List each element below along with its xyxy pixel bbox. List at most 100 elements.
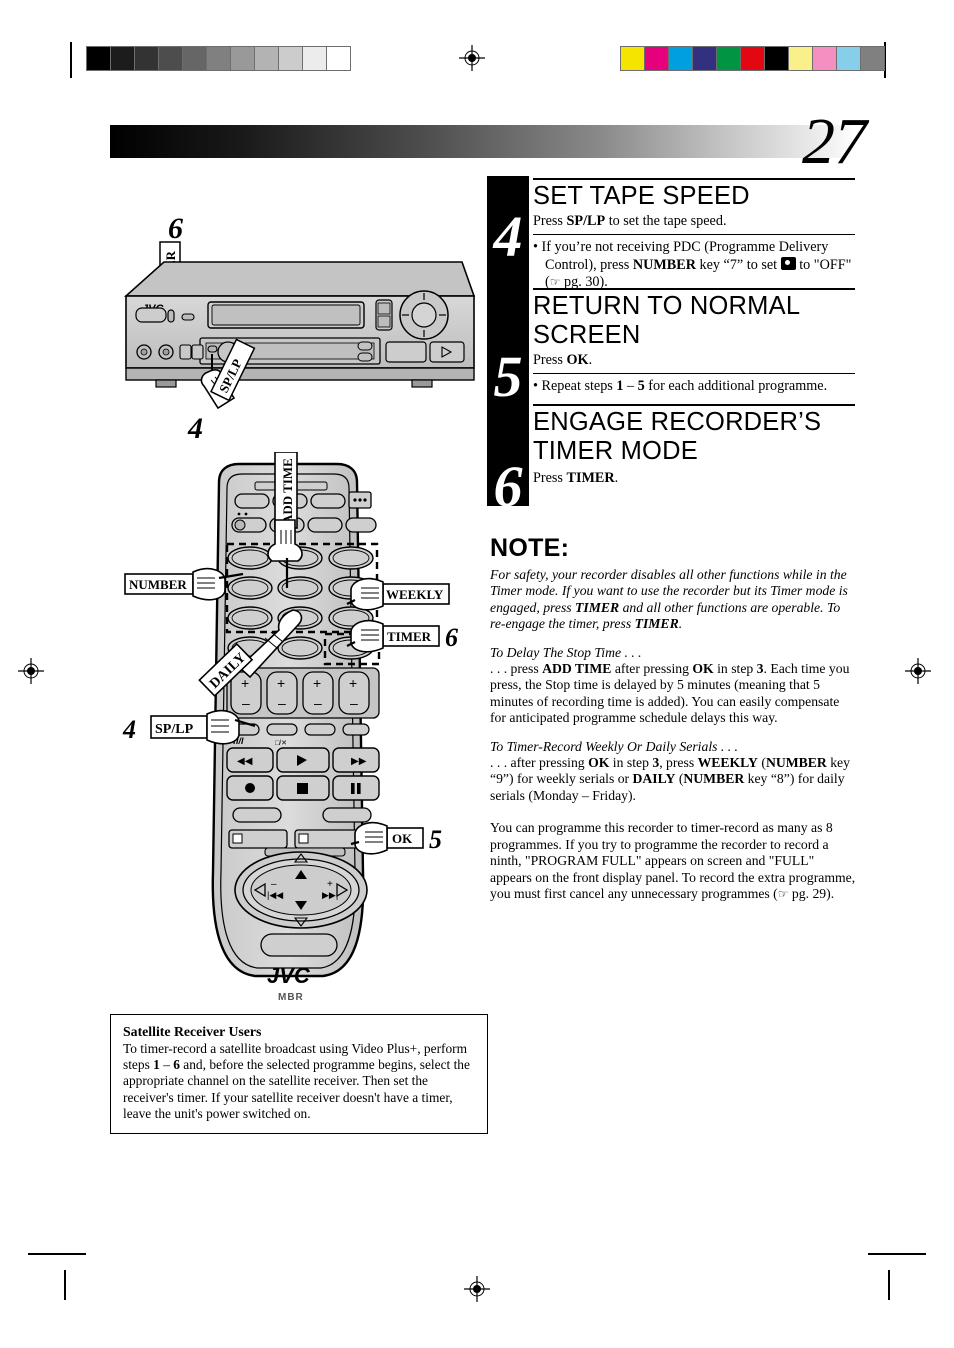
registration-mark-top [459, 45, 485, 71]
header-gradient-bar [110, 125, 855, 158]
note-section: NOTE: For safety, your recorder disables… [490, 534, 856, 914]
step-5-instruction: Press OK. [533, 352, 855, 369]
svg-text:–: – [314, 695, 322, 711]
svg-text:MBR: MBR [278, 992, 304, 1003]
grayscale-swatch-0 [87, 47, 111, 70]
svg-text:▶▶: ▶▶ [351, 756, 367, 767]
step-number-5: 5 [493, 344, 523, 409]
crop-mark-bottom-right-horizontal [868, 1253, 926, 1255]
svg-text:4: 4 [187, 412, 203, 445]
svg-text:JVC: JVC [267, 963, 311, 988]
svg-text:+: + [277, 675, 285, 691]
svg-text:NUMBER: NUMBER [129, 577, 187, 592]
grayscale-step-wedge [86, 46, 351, 71]
pointing-hand-icon: ☞ [549, 275, 561, 289]
step-5-instruction-key: OK [566, 352, 589, 368]
step-6-instruction: Press TIMER. [533, 470, 855, 487]
svg-text:+: + [241, 675, 249, 691]
svg-text:6: 6 [445, 623, 458, 652]
svg-text:▶▶|: ▶▶| [322, 890, 338, 900]
svg-text:–: – [271, 879, 277, 890]
step-5-block: RETURN TO NORMAL SCREEN Press OK. • Repe… [533, 288, 855, 399]
step-4-block: SET TAPE SPEED Press SP/LP to set the ta… [533, 178, 855, 295]
step-5-title: RETURN TO NORMAL SCREEN [533, 292, 800, 349]
crop-mark-bottom-right-vertical [888, 1270, 890, 1300]
note-heading: NOTE: [490, 534, 570, 562]
step-5-divider [533, 373, 855, 374]
svg-text:6: 6 [168, 212, 183, 245]
color-swatch-0 [621, 47, 645, 70]
svg-text:+: + [349, 675, 357, 691]
svg-text:TIMER: TIMER [387, 629, 432, 644]
note-subheading-serials: To Timer-Record Weekly Or Daily Serials … [490, 738, 738, 754]
satellite-receiver-users-box: Satellite Receiver Users To timer-record… [110, 1014, 488, 1135]
svg-text:ADD TIME: ADD TIME [280, 458, 295, 524]
page-number: 27 [802, 105, 867, 178]
grayscale-swatch-4 [183, 47, 207, 70]
note-paragraph-4: You can programme this recorder to timer… [490, 820, 856, 901]
grayscale-swatch-7 [255, 47, 279, 70]
svg-text:OK: OK [392, 831, 413, 846]
color-swatch-2 [669, 47, 693, 70]
vcr-front-panel-figure: 6 TIMER JVC [112, 200, 484, 452]
crop-mark-bottom-left-vertical [64, 1270, 66, 1300]
note-paragraph-2: To Delay The Stop Time . . . . . . press… [490, 644, 850, 726]
step-6-instruction-prefix: Press [533, 470, 567, 486]
step-number-6: 6 [493, 454, 523, 519]
color-swatch-5 [741, 47, 765, 70]
grayscale-swatch-9 [303, 47, 327, 70]
svg-text:–: – [242, 695, 250, 711]
pointing-hand-icon-2: ☞ [777, 886, 789, 901]
step-6-instruction-key: TIMER [566, 470, 615, 486]
step-4-bullet: • If you’re not receiving PDC (Programme… [533, 239, 852, 290]
step-5-instruction-suffix: . [588, 352, 593, 368]
color-swatch-7 [789, 47, 813, 70]
svg-text:+: + [313, 675, 321, 691]
svg-text:|◀◀: |◀◀ [267, 890, 283, 900]
color-swatch-3 [693, 47, 717, 70]
color-swatch-10 [861, 47, 884, 70]
remote-control-figure: + – + – + – + – fl/l □/✕ ◀◀ ▶▶ – |◀◀ + ▶… [115, 452, 460, 1012]
svg-text:+: + [327, 879, 333, 890]
note-paragraph-1: For safety, your recorder disables all o… [490, 567, 848, 632]
step-6-instruction-suffix: . [614, 470, 619, 486]
svg-text:SP/LP: SP/LP [155, 722, 194, 737]
color-swatch-4 [717, 47, 741, 70]
note-subheading-delay: To Delay The Stop Time . . . [490, 644, 642, 660]
note-paragraph-3: To Timer-Record Weekly Or Daily Serials … [490, 738, 850, 803]
grayscale-swatch-2 [135, 47, 159, 70]
step-4-instruction-suffix: to set the tape speed. [605, 213, 727, 229]
step-6-title: ENGAGE RECORDER’S TIMER MODE [533, 408, 822, 465]
color-swatch-6 [765, 47, 789, 70]
step-4-instruction: Press SP/LP to set the tape speed. [533, 213, 855, 230]
step-4-instruction-prefix: Press [533, 213, 567, 229]
svg-text:□/✕: □/✕ [275, 740, 287, 747]
color-swatch-1 [645, 47, 669, 70]
satellite-box-body: To timer-record a satellite broadcast us… [123, 1041, 470, 1121]
crop-mark-top-left-vertical [70, 42, 72, 78]
svg-text:◀◀: ◀◀ [237, 756, 253, 767]
step-5-bullet: • Repeat steps 1 – 5 for each additional… [533, 378, 828, 394]
svg-text:WEEKLY: WEEKLY [386, 587, 444, 602]
grayscale-swatch-1 [111, 47, 135, 70]
grayscale-swatch-5 [207, 47, 231, 70]
grayscale-swatch-3 [159, 47, 183, 70]
step-number-4: 4 [493, 204, 523, 269]
grayscale-swatch-10 [327, 47, 350, 70]
step-4-title: SET TAPE SPEED [533, 182, 750, 210]
step-4-divider [533, 234, 855, 235]
satellite-box-heading: Satellite Receiver Users [123, 1024, 262, 1039]
pdc-icon [780, 256, 796, 270]
color-swatch-9 [837, 47, 861, 70]
registration-mark-bottom [464, 1276, 490, 1302]
step-5-instruction-prefix: Press [533, 352, 567, 368]
svg-text:–: – [350, 695, 358, 711]
step-4-instruction-key: SP/LP [566, 213, 606, 229]
crop-mark-bottom-left-horizontal [28, 1253, 86, 1255]
registration-mark-left [18, 658, 44, 684]
color-swatch-8 [813, 47, 837, 70]
grayscale-swatch-6 [231, 47, 255, 70]
svg-text:–: – [278, 695, 286, 711]
registration-mark-right [905, 658, 931, 684]
svg-text:5: 5 [429, 825, 442, 854]
